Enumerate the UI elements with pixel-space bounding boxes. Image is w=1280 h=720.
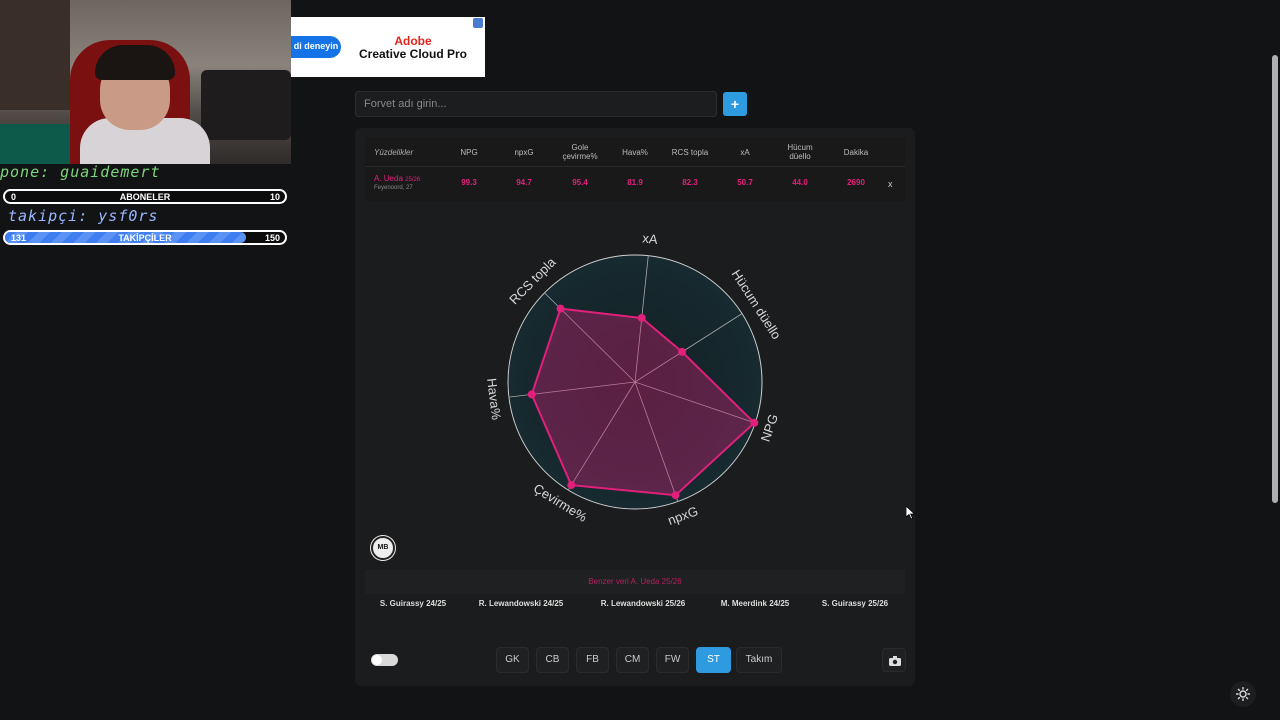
radar-axis-label: xA	[642, 230, 659, 247]
similar-item[interactable]: R. Lewandowski 24/25	[467, 599, 575, 608]
ad-brand: Adobe Creative Cloud Pro	[358, 34, 468, 61]
theme-toggle-button[interactable]	[1230, 681, 1256, 707]
similar-item[interactable]: S. Guirassy 25/26	[801, 599, 909, 608]
followers-bar: 131 TAKİPÇİLER 150	[3, 230, 287, 245]
position-gk-button[interactable]: GK	[496, 647, 529, 673]
adchoices-icon[interactable]	[473, 18, 483, 28]
radar-point	[678, 347, 687, 356]
mb-logo: MB	[371, 536, 395, 560]
ad-banner[interactable]: di deneyin Adobe Creative Cloud Pro	[291, 17, 485, 77]
stream-follower-text: takipçi: ysf0rs	[8, 207, 159, 225]
ad-cta-button[interactable]: di deneyin	[291, 36, 341, 58]
radar-point	[750, 418, 759, 427]
sun-icon	[1236, 687, 1250, 701]
position-fw-button[interactable]: FW	[656, 647, 689, 673]
similar-item[interactable]: M. Meerdink 24/25	[701, 599, 809, 608]
team-button[interactable]: Takım	[736, 647, 782, 673]
similar-item[interactable]: S. Guirassy 24/25	[359, 599, 467, 608]
radar-chart: xAHücum düelloNPGnpxGÇevirme%Hava%RCS to…	[484, 230, 784, 528]
position-fb-button[interactable]: FB	[576, 647, 609, 673]
position-cb-button[interactable]: CB	[536, 647, 569, 673]
forward-search-input[interactable]: Forvet adı girin...	[355, 91, 717, 117]
stream-overlay-text: pone: guaidemert	[0, 163, 161, 181]
radar-axis-label: NPG	[758, 412, 781, 444]
mode-toggle[interactable]	[371, 654, 398, 666]
radar-axis-label: npxG	[666, 503, 700, 528]
radar-point	[527, 390, 536, 399]
camera-button[interactable]	[882, 648, 906, 672]
radar-point	[671, 491, 680, 500]
subscribers-bar: 0 ABONELER 10	[3, 189, 287, 204]
camera-icon	[889, 656, 901, 666]
position-st-button[interactable]: ST	[696, 647, 731, 673]
scrollbar[interactable]	[1272, 55, 1278, 503]
radar-axis-label: Hava%	[484, 377, 504, 421]
position-cm-button[interactable]: CM	[616, 647, 649, 673]
mouse-cursor-icon	[906, 506, 916, 520]
radar-point	[637, 313, 646, 322]
radar-point	[567, 481, 576, 490]
webcam-overlay	[0, 0, 291, 164]
add-player-button[interactable]: +	[723, 92, 747, 116]
radar-point	[556, 304, 565, 313]
similar-players: Benzer veri A. Ueda 25/26 S. Guirassy 24…	[365, 570, 905, 620]
comparison-card: Yüzdelikler NPG npxG Gole çevirme% Hava%…	[355, 128, 915, 686]
similar-title: Benzer veri A. Ueda 25/26	[365, 570, 905, 594]
similar-item[interactable]: R. Lewandowski 25/26	[589, 599, 697, 608]
